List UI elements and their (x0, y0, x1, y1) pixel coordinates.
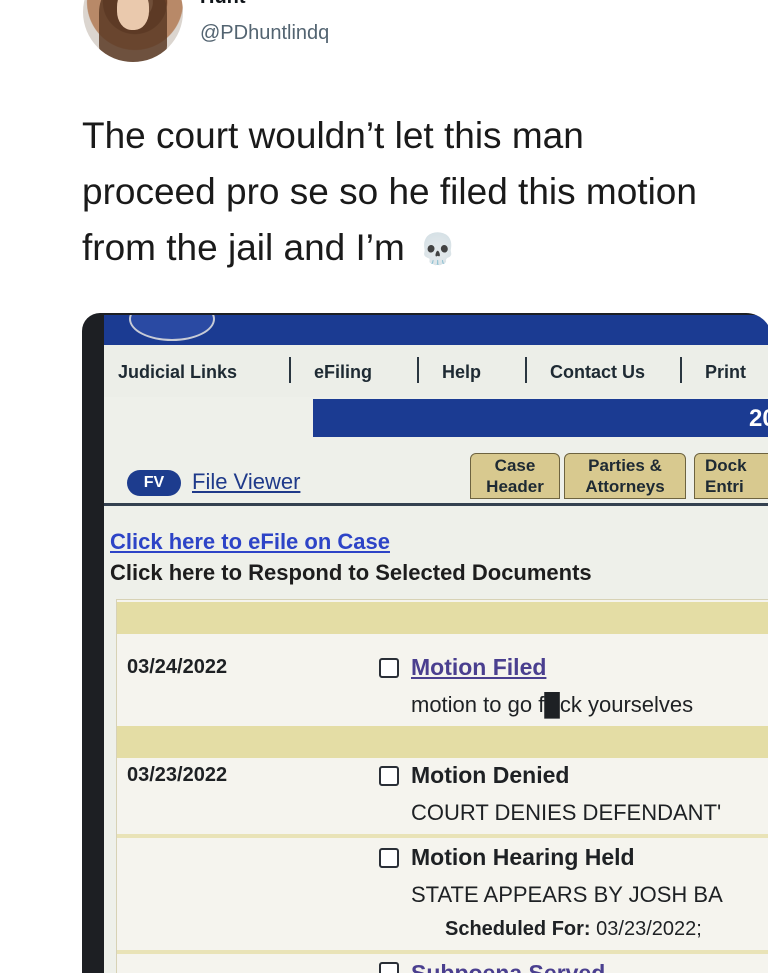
tweet-body: The court wouldn’t let this man proceed … (82, 115, 697, 268)
entry-description: COURT DENIES DEFENDANT' (411, 800, 722, 825)
scheduled-value: 03/23/2022; (596, 918, 702, 940)
nav-separator (525, 357, 527, 383)
entry-checkbox[interactable] (379, 962, 399, 973)
tab-line1: Case (494, 456, 536, 475)
row-divider (117, 950, 768, 954)
nav-print[interactable]: Print (705, 362, 746, 383)
table-header-band (117, 602, 768, 634)
nav-separator (680, 357, 682, 383)
court-website-screen: Judicial Links eFiling Help Contact Us P… (104, 315, 768, 973)
scheduled-for: Scheduled For: 03/23/2022; (445, 918, 702, 941)
entry-date: 03/24/2022 (127, 656, 228, 678)
nav-separator (289, 357, 291, 383)
respond-link[interactable]: Click here to Respond to Selected Docume… (110, 560, 592, 586)
avatar[interactable] (83, 0, 183, 62)
scheduled-label: Scheduled For: (445, 918, 591, 940)
file-viewer-link[interactable]: File Viewer (192, 469, 300, 495)
tab-underline (104, 503, 768, 506)
entry-checkbox[interactable] (379, 658, 399, 678)
tweet-text: The court wouldn’t let this man proceed … (82, 108, 722, 278)
entry-checkbox[interactable] (379, 848, 399, 868)
tab-line2: Header (486, 477, 544, 496)
docket-table: 03/24/2022 Motion Filed motion to go f█c… (116, 599, 768, 973)
case-title: 20B (748, 405, 768, 432)
entry-date: 03/23/2022 (127, 764, 228, 786)
tab-line2: Attorneys (585, 477, 665, 496)
nav-efiling[interactable]: eFiling (314, 362, 372, 383)
nav-judicial-links[interactable]: Judicial Links (118, 362, 237, 383)
author-name[interactable]: Hunt (200, 0, 246, 9)
tab-line2: Entri (705, 477, 744, 496)
nav-contact-us[interactable]: Contact Us (550, 362, 645, 383)
efile-link[interactable]: Click here to eFile on Case (110, 529, 390, 555)
tab-line1: Parties & (588, 456, 662, 475)
tab-line1: Dock (705, 456, 747, 475)
case-title-bar: 20B (313, 399, 768, 437)
file-viewer-icon[interactable]: FV (127, 470, 181, 496)
tab-docket-entries[interactable]: Dock Entri (694, 453, 768, 499)
attached-photo[interactable]: Judicial Links eFiling Help Contact Us P… (82, 313, 768, 973)
entry-title-link[interactable]: Motion Filed (411, 654, 546, 681)
skull-icon: 💀 (419, 233, 457, 267)
nav-separator (417, 357, 419, 383)
entry-title: Motion Hearing Held (411, 844, 635, 870)
entry-description: STATE APPEARS BY JOSH BA (411, 882, 723, 907)
entry-checkbox[interactable] (379, 766, 399, 786)
tab-case-header[interactable]: Case Header (470, 453, 560, 499)
entry-title-link[interactable]: Subpoena Served (411, 960, 605, 973)
row-separator-band (117, 726, 768, 758)
nav-help[interactable]: Help (442, 362, 481, 383)
tab-parties-attorneys[interactable]: Parties & Attorneys (564, 453, 686, 499)
row-divider (117, 834, 768, 838)
author-handle[interactable]: @PDhuntlindq (200, 22, 329, 45)
entry-description: motion to go f█ck yourselves (411, 692, 694, 717)
entry-title: Motion Denied (411, 762, 570, 788)
